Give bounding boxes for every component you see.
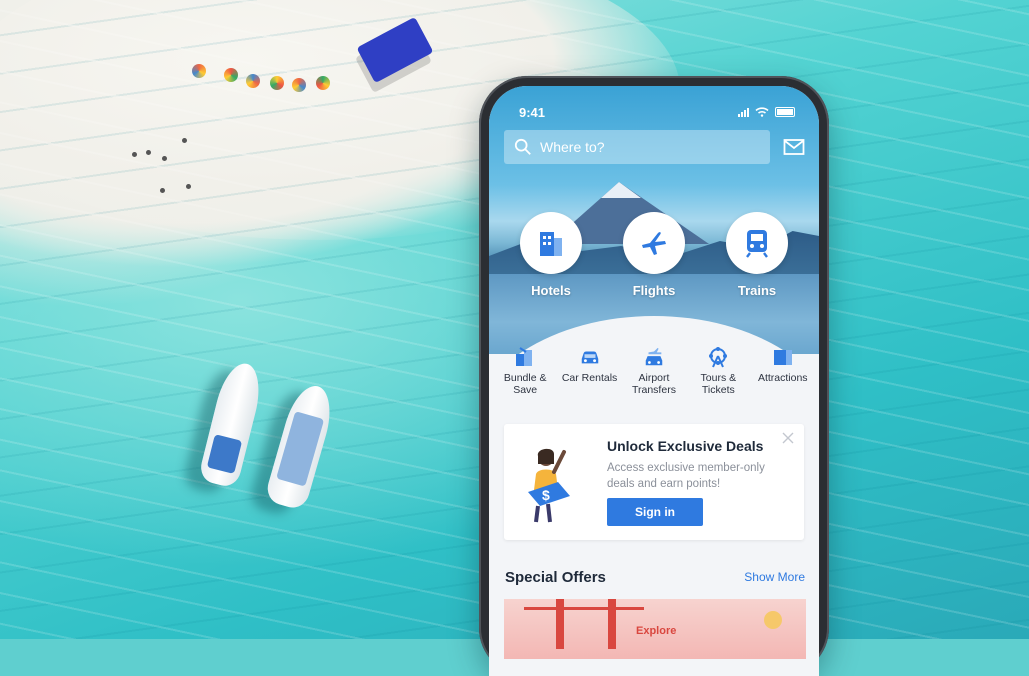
beach-umbrella bbox=[270, 76, 284, 90]
banner-text: Explore bbox=[636, 625, 677, 637]
train-icon bbox=[726, 212, 788, 274]
signal-icon bbox=[738, 107, 749, 117]
beach-person bbox=[182, 138, 187, 143]
bundle-icon bbox=[516, 347, 533, 366]
hotel-icon bbox=[520, 212, 582, 274]
category-bundle-save[interactable]: Bundle & Save bbox=[495, 346, 555, 406]
category-label: Car Rentals bbox=[561, 372, 618, 384]
beach-umbrella bbox=[316, 76, 330, 90]
exclusive-deals-card: $ Unlock Exclusive Deals Access exclusiv… bbox=[504, 424, 804, 540]
show-more-link[interactable]: Show More bbox=[744, 570, 805, 584]
svg-text:$: $ bbox=[542, 487, 550, 503]
deal-description: Access exclusive member-only deals and e… bbox=[607, 462, 765, 490]
phone-frame: 9:41 Where to? Hotels Flights Trains Bun… bbox=[479, 76, 829, 676]
category-hotels[interactable]: Hotels bbox=[520, 212, 582, 312]
special-offers-header: Special Offers Show More bbox=[505, 566, 805, 588]
status-bar: 9:41 bbox=[519, 102, 795, 122]
category-car-rentals[interactable]: Car Rentals bbox=[560, 346, 620, 406]
category-tours-tickets[interactable]: Tours & Tickets bbox=[688, 346, 748, 406]
bridge-tower bbox=[556, 599, 564, 649]
category-label: Bundle & Save bbox=[503, 372, 547, 396]
beach-person bbox=[162, 156, 167, 161]
category-attractions[interactable]: Attractions bbox=[753, 346, 813, 406]
status-time: 9:41 bbox=[519, 104, 546, 120]
bridge-tower bbox=[608, 599, 616, 649]
beach-person bbox=[160, 188, 165, 193]
beach-umbrella bbox=[192, 64, 206, 78]
ticket-icon bbox=[773, 350, 792, 365]
bridge-illustration bbox=[524, 607, 644, 650]
category-label: Flights bbox=[632, 283, 676, 298]
beach-person bbox=[146, 150, 151, 155]
sign-in-button[interactable]: Sign in bbox=[607, 498, 703, 526]
category-flights[interactable]: Flights bbox=[623, 212, 685, 312]
status-icons bbox=[738, 107, 795, 117]
car-icon bbox=[581, 351, 598, 364]
beach-umbrella bbox=[246, 74, 260, 88]
special-offer-banner[interactable]: Explore bbox=[504, 599, 806, 659]
category-label: Tours & Tickets bbox=[700, 372, 737, 396]
special-offers-title: Special Offers bbox=[505, 568, 606, 586]
app-screen: 9:41 Where to? Hotels Flights Trains Bun… bbox=[489, 86, 819, 676]
close-icon[interactable] bbox=[782, 432, 794, 444]
category-airport-transfers[interactable]: Airport Transfers bbox=[624, 346, 684, 406]
secondary-categories: Bundle & Save Car Rentals Airport Transf… bbox=[489, 346, 819, 406]
battery-icon bbox=[775, 107, 795, 117]
plane-icon bbox=[623, 212, 685, 274]
category-label: Attractions bbox=[757, 372, 808, 384]
airport-car-icon bbox=[645, 347, 663, 366]
wifi-icon bbox=[755, 107, 769, 117]
primary-categories: Hotels Flights Trains bbox=[489, 212, 819, 312]
search-bar[interactable] bbox=[504, 130, 770, 164]
member-illustration: $ bbox=[528, 448, 570, 523]
deal-title: Unlock Exclusive Deals bbox=[607, 438, 764, 454]
category-label: Hotels bbox=[531, 283, 571, 298]
ferris-wheel-icon bbox=[709, 347, 728, 368]
category-label: Trains bbox=[737, 283, 777, 298]
beach-umbrella bbox=[292, 78, 306, 92]
search-icon bbox=[514, 138, 531, 155]
category-label: Airport Transfers bbox=[631, 372, 676, 396]
sun-illustration bbox=[764, 611, 782, 629]
beach-umbrella bbox=[224, 68, 238, 82]
category-trains[interactable]: Trains bbox=[726, 212, 788, 312]
beach-person bbox=[186, 184, 191, 189]
beach-person bbox=[132, 152, 137, 157]
mail-icon[interactable] bbox=[783, 138, 805, 156]
search-input[interactable] bbox=[538, 138, 742, 156]
